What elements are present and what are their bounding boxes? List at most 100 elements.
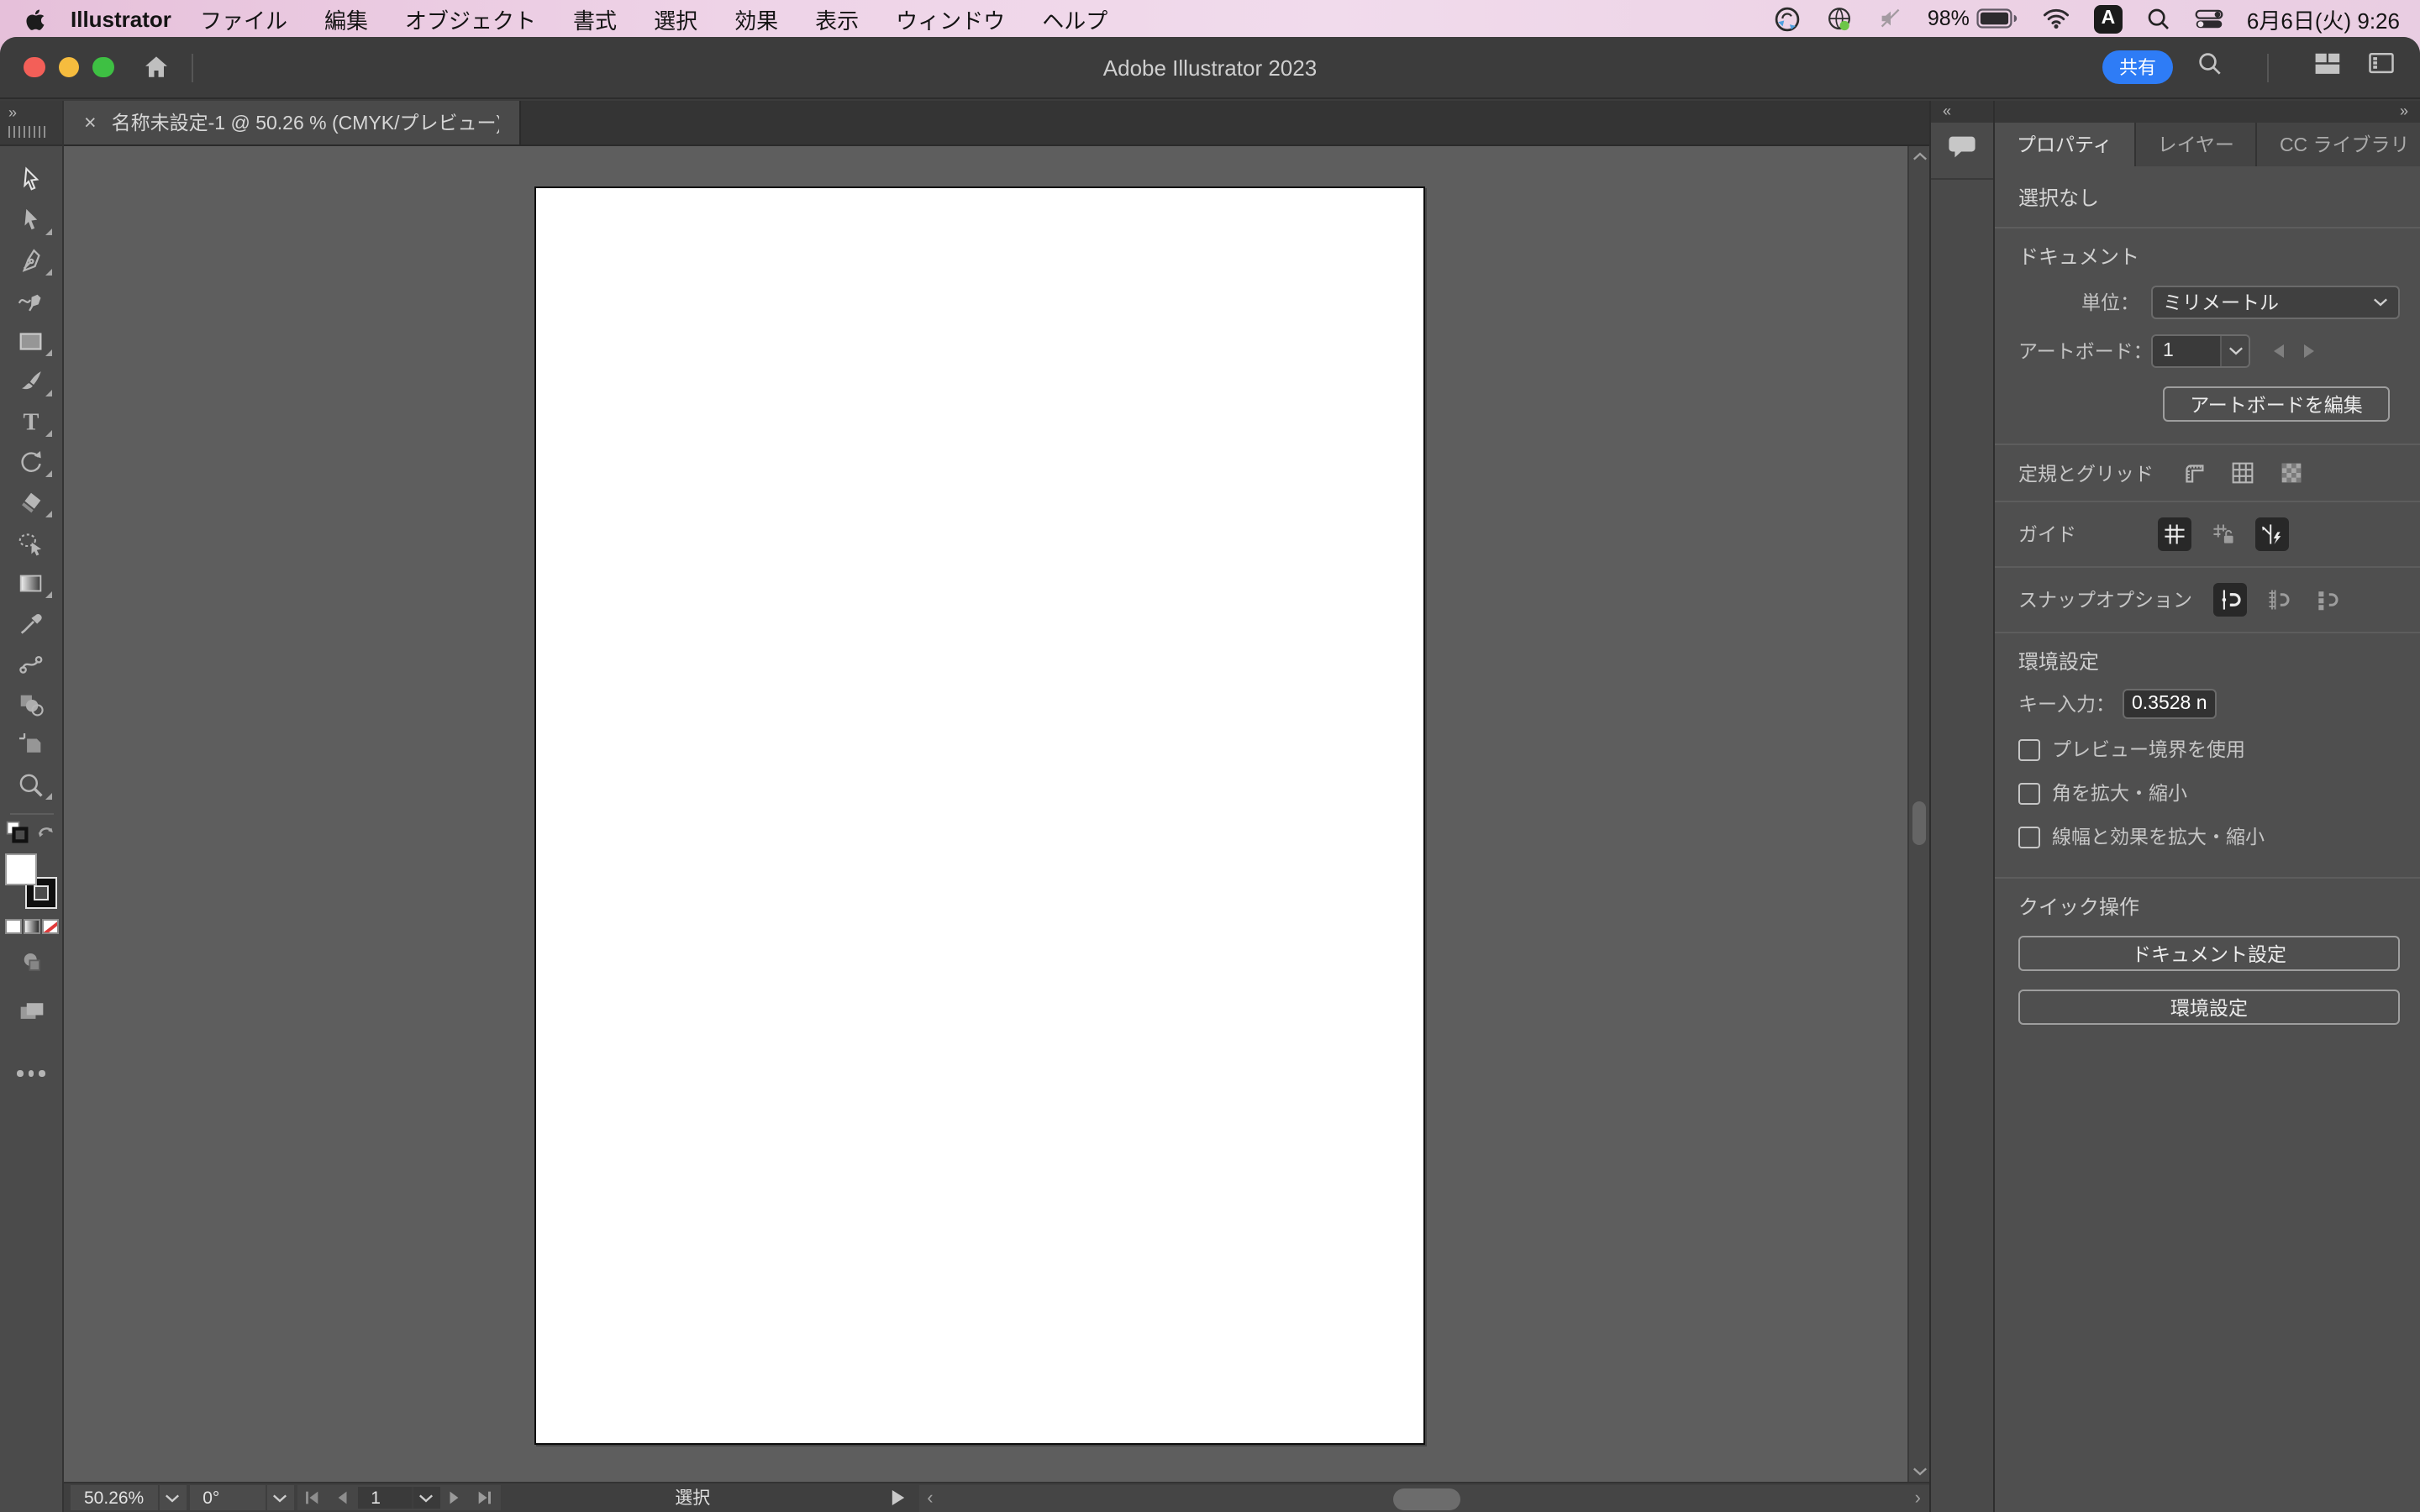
rulers-icon[interactable]: [2177, 456, 2211, 490]
eyedropper-tool[interactable]: [8, 603, 55, 643]
lock-guides-icon[interactable]: [2206, 517, 2239, 551]
menu-item-4[interactable]: 選択: [635, 3, 716, 34]
pen-tool[interactable]: [8, 240, 55, 281]
menu-item-6[interactable]: 表示: [797, 3, 877, 34]
unit-select[interactable]: ミリメートル: [2151, 286, 2400, 319]
battery-indicator[interactable]: 98%: [1928, 7, 2018, 30]
artboard-tool[interactable]: [8, 724, 55, 764]
zoom-tool[interactable]: [8, 764, 55, 805]
last-artboard-icon[interactable]: [470, 1485, 500, 1510]
previous-artboard-icon[interactable]: [2270, 343, 2286, 360]
paintbrush-tool[interactable]: [8, 361, 55, 402]
close-tab-icon[interactable]: ×: [84, 111, 97, 134]
none-swatch-button[interactable]: [41, 919, 58, 934]
snap-to-point-icon[interactable]: [2212, 583, 2246, 617]
menu-item-8[interactable]: ヘルプ: [1023, 3, 1126, 34]
artboard-number-select[interactable]: 1: [357, 1487, 439, 1509]
first-artboard-icon[interactable]: [297, 1485, 327, 1510]
type-tool[interactable]: T: [8, 402, 55, 442]
eraser-tool[interactable]: [8, 482, 55, 522]
next-artboard-icon[interactable]: [2302, 343, 2317, 360]
tab-cc-libraries[interactable]: CC ライブラリ: [2258, 123, 2420, 166]
scale-corners-checkbox[interactable]: [2018, 782, 2040, 804]
tab-layers[interactable]: レイヤー: [2136, 123, 2258, 166]
search-icon[interactable]: [2196, 50, 2223, 85]
wifi-icon[interactable]: [2042, 7, 2070, 30]
artboard-select[interactable]: 1: [2151, 334, 2250, 368]
direct-selection-tool[interactable]: [8, 200, 55, 240]
default-fill-stroke-icon[interactable]: [5, 819, 29, 851]
horizontal-scrollbar-thumb[interactable]: [1394, 1488, 1461, 1510]
status-menu-icon[interactable]: [881, 1483, 915, 1512]
edit-artboards-button[interactable]: アートボードを編集: [2163, 386, 2390, 422]
snap-to-guides-icon[interactable]: [2254, 517, 2288, 551]
puppet-warp-tool[interactable]: [8, 643, 55, 684]
scale-strokes-checkbox[interactable]: [2018, 826, 2040, 848]
drawing-mode-icon[interactable]: [18, 949, 45, 984]
active-app-name[interactable]: Illustrator: [71, 6, 171, 31]
rotation-select[interactable]: 0°: [189, 1485, 293, 1510]
fill-color-swatch[interactable]: [5, 853, 37, 885]
menu-item-0[interactable]: ファイル: [182, 3, 306, 34]
screen-mode-icon[interactable]: [16, 998, 46, 1033]
collapse-dock-icon[interactable]: «: [1931, 101, 1993, 123]
previous-artboard-icon[interactable]: [327, 1485, 357, 1510]
scroll-down-icon: [1912, 1467, 1927, 1477]
menu-item-2[interactable]: オブジェクト: [387, 3, 555, 34]
comments-panel-button[interactable]: [1931, 123, 1993, 180]
document-tab[interactable]: × 名称未設定-1 @ 50.26 % (CMYK/プレビュー): [64, 101, 521, 144]
show-guides-icon[interactable]: [2157, 517, 2191, 551]
vertical-scrollbar[interactable]: [1907, 146, 1929, 1482]
expand-dock-icon[interactable]: »: [1995, 101, 2420, 123]
rotate-tool[interactable]: [8, 442, 55, 482]
close-window-button[interactable]: [24, 57, 45, 78]
toolbar-grip-handle[interactable]: [8, 126, 49, 138]
key-input-field[interactable]: 0.3528 n: [2122, 689, 2217, 719]
menu-item-1[interactable]: 編集: [306, 3, 387, 34]
preview-bounds-checkbox[interactable]: [2018, 738, 2040, 760]
menu-item-5[interactable]: 効果: [716, 3, 797, 34]
minimize-window-button[interactable]: [58, 57, 79, 78]
shaper-tool[interactable]: [8, 522, 55, 563]
color-swatch-button[interactable]: [4, 919, 21, 934]
transparency-grid-icon[interactable]: [2275, 456, 2308, 490]
scroll-right-icon[interactable]: ›: [1915, 1489, 1921, 1508]
gradient-swatch-button[interactable]: [23, 919, 39, 934]
gradient-tool[interactable]: [8, 563, 55, 603]
spotlight-icon[interactable]: [2146, 6, 2171, 31]
rectangle-tool[interactable]: [8, 321, 55, 361]
panel-layout-icon[interactable]: [2366, 48, 2396, 87]
edit-toolbar-icon[interactable]: [18, 1070, 45, 1076]
document-setup-button[interactable]: ドキュメント設定: [2018, 936, 2400, 971]
menu-item-7[interactable]: ウィンドウ: [877, 3, 1023, 34]
network-globe-icon[interactable]: [1825, 4, 1854, 33]
menubar-clock[interactable]: 6月6日(火) 9:26: [2247, 3, 2400, 34]
share-button[interactable]: 共有: [2102, 50, 2173, 84]
zoom-level-select[interactable]: 50.26%: [71, 1485, 186, 1510]
grid-icon[interactable]: [2226, 456, 2260, 490]
preferences-button[interactable]: 環境設定: [2018, 990, 2400, 1025]
shape-builder-tool[interactable]: [8, 684, 55, 724]
canvas[interactable]: [64, 146, 1929, 1482]
vertical-scrollbar-thumb[interactable]: [1912, 801, 1926, 845]
mute-icon[interactable]: [1877, 5, 1904, 32]
menu-item-3[interactable]: 書式: [555, 3, 635, 34]
control-center-icon[interactable]: [2195, 8, 2223, 29]
scroll-left-icon[interactable]: ‹: [927, 1489, 933, 1508]
curvature-tool[interactable]: [8, 281, 55, 321]
next-artboard-icon[interactable]: [439, 1485, 470, 1510]
selection-tool[interactable]: [8, 160, 55, 200]
home-icon[interactable]: [140, 52, 171, 82]
tab-properties[interactable]: プロパティ: [1995, 123, 2136, 166]
creative-cloud-icon[interactable]: [1773, 4, 1802, 33]
artboard[interactable]: [534, 186, 1425, 1445]
arrange-documents-icon[interactable]: [2312, 48, 2343, 87]
swap-fill-stroke-icon[interactable]: [35, 820, 57, 850]
apple-menu-icon[interactable]: [24, 7, 47, 30]
input-source-badge[interactable]: A: [2094, 4, 2123, 33]
snap-to-grid-icon[interactable]: [2261, 583, 2295, 617]
toolbar-expand-icon[interactable]: »: [8, 104, 62, 121]
horizontal-scrollbar[interactable]: ‹ ›: [918, 1485, 1929, 1512]
zoom-window-button[interactable]: [92, 57, 113, 78]
snap-to-pixel-icon[interactable]: [2310, 583, 2344, 617]
